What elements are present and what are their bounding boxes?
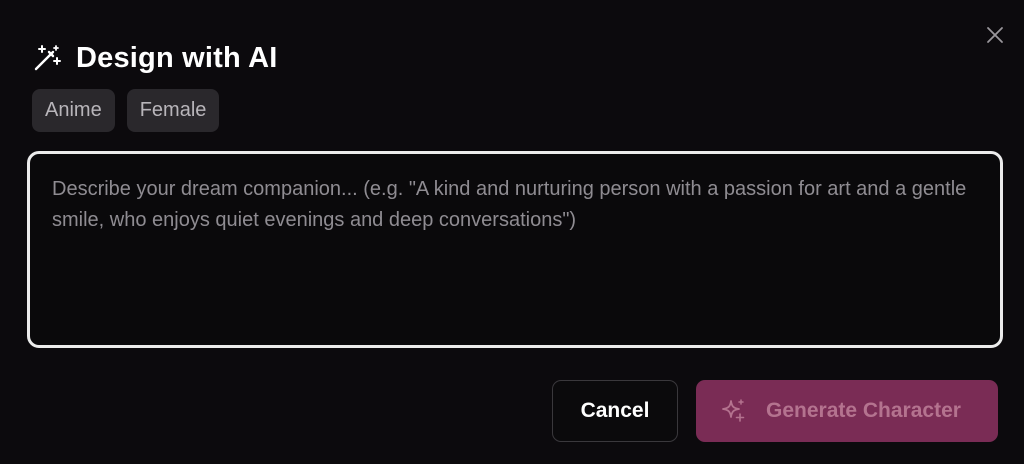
generate-character-button[interactable]: Generate Character [696,380,998,442]
tag-anime[interactable]: Anime [32,89,115,132]
design-with-ai-dialog: Design with AI Anime Female Cancel Gener… [0,0,1024,464]
dialog-title: Design with AI [76,41,278,74]
cancel-button[interactable]: Cancel [552,380,678,442]
dialog-header: Design with AI [32,38,278,78]
tag-female[interactable]: Female [126,89,220,132]
sparkles-icon [720,398,746,424]
tag-list: Anime Female [32,89,220,132]
magic-wand-icon [32,43,62,73]
prompt-container [27,151,1003,348]
close-icon [987,27,1003,43]
close-button[interactable] [984,24,1006,46]
generate-character-label: Generate Character [766,399,961,422]
companion-description-input[interactable] [30,154,1000,345]
